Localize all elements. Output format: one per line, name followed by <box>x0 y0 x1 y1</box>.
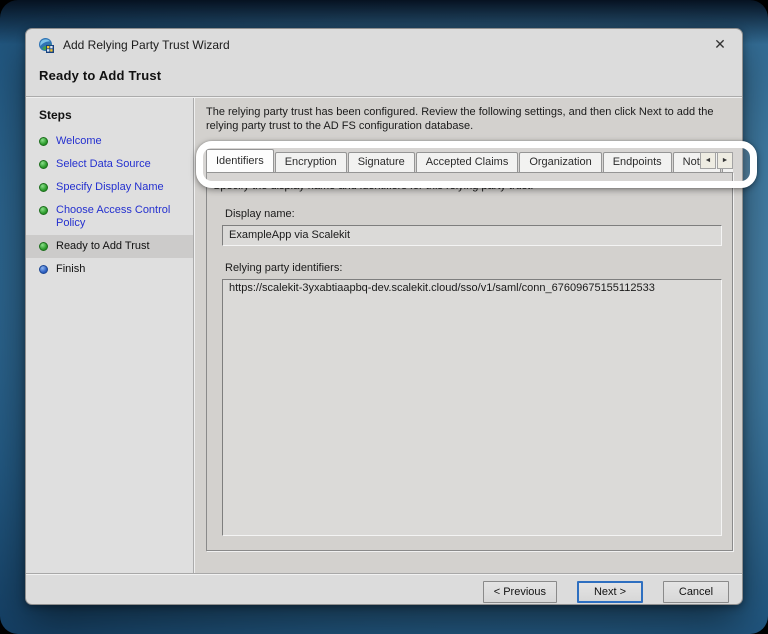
display-name-field[interactable]: ExampleApp via Scalekit <box>222 225 722 246</box>
cancel-button[interactable]: Cancel <box>663 581 729 603</box>
sidebar-item-label: Specify Display Name <box>56 181 164 194</box>
tab-identifiers[interactable]: Identifiers <box>206 149 274 172</box>
titlebar[interactable]: Add Relying Party Trust Wizard ✕ <box>26 29 742 61</box>
relying-party-identifiers-label: Relying party identifiers: <box>225 262 720 274</box>
sidebar-item-label: Finish <box>56 263 85 276</box>
tab-scroll-right-icon[interactable]: ► <box>717 152 733 169</box>
sidebar-item-welcome[interactable]: Welcome <box>26 130 193 153</box>
tab-encryption[interactable]: Encryption <box>275 152 347 172</box>
steps-heading: Steps <box>26 104 193 130</box>
page-description: The relying party trust has been configu… <box>206 105 733 133</box>
step-completed-icon <box>39 137 48 146</box>
sidebar-item-finish[interactable]: Finish <box>26 258 193 281</box>
sidebar-item-label: Choose Access Control Policy <box>56 204 185 230</box>
wizard-dialog: Add Relying Party Trust Wizard ✕ Ready t… <box>25 28 743 605</box>
adfs-wizard-icon <box>38 37 55 54</box>
sidebar-item-label: Ready to Add Trust <box>56 240 150 253</box>
steps-sidebar: Steps Welcome Select Data Source Specify… <box>26 98 193 573</box>
display-name-label: Display name: <box>225 208 720 220</box>
sidebar-item-label: Select Data Source <box>56 158 151 171</box>
sidebar-item-choose-access-control-policy[interactable]: Choose Access Control Policy <box>26 199 193 235</box>
tab-accepted-claims[interactable]: Accepted Claims <box>416 152 519 172</box>
desktop-background: Add Relying Party Trust Wizard ✕ Ready t… <box>0 0 768 634</box>
settings-tab-control: Identifiers Encryption Signature Accepte… <box>206 148 733 551</box>
tab-organization[interactable]: Organization <box>519 152 601 172</box>
step-current-icon <box>39 242 48 251</box>
step-completed-icon <box>39 206 48 215</box>
sidebar-item-label: Welcome <box>56 135 102 148</box>
identifiers-tab-panel: Specify the display name and identifiers… <box>206 172 733 551</box>
close-icon[interactable]: ✕ <box>709 33 731 55</box>
wizard-page-content: The relying party trust has been configu… <box>195 98 742 573</box>
step-upcoming-icon <box>39 265 48 274</box>
step-completed-icon <box>39 183 48 192</box>
buttonbar: < Previous Next > Cancel <box>26 575 742 605</box>
sidebar-item-specify-display-name[interactable]: Specify Display Name <box>26 176 193 199</box>
step-completed-icon <box>39 160 48 169</box>
tab-scroll-buttons: ◄ ► <box>699 152 733 169</box>
tab-endpoints[interactable]: Endpoints <box>603 152 672 172</box>
tab-scroll-left-icon[interactable]: ◄ <box>700 152 716 169</box>
window-title: Add Relying Party Trust Wizard <box>63 38 230 52</box>
sidebar-item-select-data-source[interactable]: Select Data Source <box>26 153 193 176</box>
tab-signature[interactable]: Signature <box>348 152 415 172</box>
sidebar-item-ready-to-add-trust[interactable]: Ready to Add Trust <box>26 235 193 258</box>
next-button[interactable]: Next > <box>577 581 643 603</box>
tab-strip: Identifiers Encryption Signature Accepte… <box>206 148 733 172</box>
page-title: Ready to Add Trust <box>26 61 742 83</box>
identifier-list-item[interactable]: https://scalekit-3yxabtiaapbq-dev.scalek… <box>223 281 721 297</box>
previous-button[interactable]: < Previous <box>483 581 557 603</box>
relying-party-identifiers-list[interactable]: https://scalekit-3yxabtiaapbq-dev.scalek… <box>222 279 722 536</box>
tab-instruction: Specify the display name and identifiers… <box>213 180 720 192</box>
